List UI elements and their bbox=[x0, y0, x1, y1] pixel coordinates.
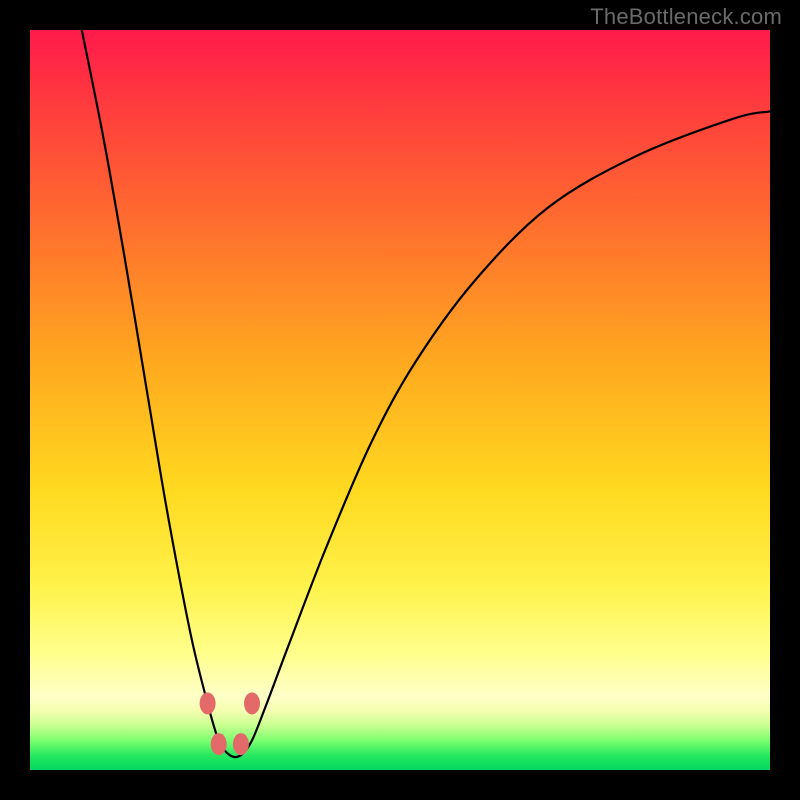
watermark-label: TheBottleneck.com bbox=[590, 4, 782, 30]
curve-dots bbox=[200, 692, 260, 755]
curve-dot bbox=[211, 733, 227, 755]
bottleneck-curve bbox=[82, 30, 770, 757]
curve-dot bbox=[244, 692, 260, 714]
chart-plot-area bbox=[30, 30, 770, 770]
chart-svg bbox=[30, 30, 770, 770]
curve-dot bbox=[200, 692, 216, 714]
curve-dot bbox=[233, 733, 249, 755]
